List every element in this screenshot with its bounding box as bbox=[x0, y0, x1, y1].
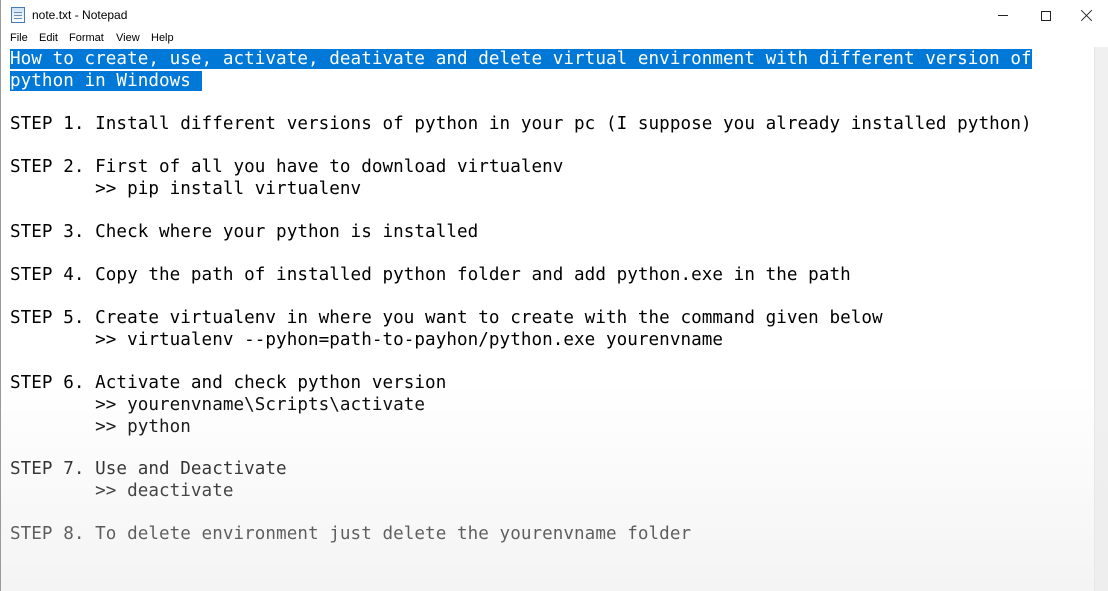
minimize-button[interactable] bbox=[980, 0, 1026, 31]
menu-bar: File Edit Format View Help bbox=[1, 31, 1108, 47]
step-5-line: STEP 5. Create virtualenv in where you w… bbox=[10, 308, 883, 328]
notepad-icon[interactable] bbox=[11, 7, 25, 23]
close-button[interactable] bbox=[1063, 0, 1108, 31]
step-2-line: STEP 2. First of all you have to downloa… bbox=[10, 157, 564, 177]
heading-line-2: python in Windows bbox=[10, 71, 202, 93]
selected-text: python in Windows bbox=[10, 71, 191, 91]
title-bar[interactable]: note.txt - Notepad bbox=[1, 0, 1108, 31]
step-3-line: STEP 3. Check where your python is insta… bbox=[10, 222, 479, 242]
maximize-icon bbox=[1041, 10, 1051, 21]
selected-text: How to create, use, activate, deativate … bbox=[10, 49, 1032, 69]
menu-view[interactable]: View bbox=[116, 32, 140, 44]
menu-edit[interactable]: Edit bbox=[39, 32, 58, 44]
step-7-line: STEP 7. Use and Deactivate bbox=[10, 459, 287, 479]
selected-trailing-space bbox=[190, 71, 202, 91]
minimize-icon bbox=[998, 15, 1008, 16]
text-editor-area[interactable]: How to create, use, activate, deativate … bbox=[1, 47, 1094, 591]
step-6-command-2: >> python bbox=[10, 417, 191, 437]
menu-file[interactable]: File bbox=[10, 32, 28, 44]
vertical-scrollbar[interactable] bbox=[1094, 47, 1108, 591]
step-2-command: >> pip install virtualenv bbox=[10, 179, 362, 199]
step-1-line: STEP 1. Install different versions of py… bbox=[10, 114, 1032, 134]
step-6-command-1: >> yourenvname\Scripts\activate bbox=[10, 395, 426, 415]
step-8-line: STEP 8. To delete environment just delet… bbox=[10, 524, 692, 544]
heading-line-1: How to create, use, activate, deativate … bbox=[10, 49, 1032, 71]
menu-format[interactable]: Format bbox=[69, 32, 104, 44]
step-4-line: STEP 4. Copy the path of installed pytho… bbox=[10, 265, 851, 285]
step-7-command: >> deactivate bbox=[10, 481, 234, 501]
step-6-line: STEP 6. Activate and check python versio… bbox=[10, 373, 447, 393]
menu-help[interactable]: Help bbox=[151, 32, 174, 44]
close-icon bbox=[1080, 9, 1093, 22]
step-5-command: >> virtualenv --pyhon=path-to-payhon/pyt… bbox=[10, 330, 724, 350]
window-title: note.txt - Notepad bbox=[32, 8, 128, 22]
notepad-window: note.txt - Notepad File Edit Format View… bbox=[0, 0, 1108, 591]
